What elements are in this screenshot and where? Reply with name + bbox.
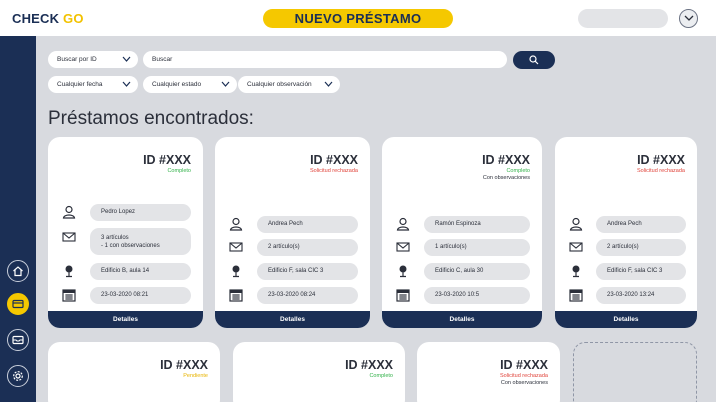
envelope-icon (62, 232, 76, 242)
borrower-name: Ramón Espinoza (424, 216, 530, 233)
loan-date: 23-03-2020 13:24 (596, 287, 686, 304)
search-input[interactable]: Buscar (143, 51, 507, 68)
loan-card[interactable]: ID #XXX Solicitud rechazada Andrea Pech … (555, 137, 697, 328)
state-filter-label: Cualquier estado (152, 81, 202, 88)
location: Edificio C, aula 30 (424, 263, 530, 280)
user-menu-toggle[interactable] (679, 9, 698, 28)
location-pin-icon (65, 265, 73, 278)
articles-count: 1 artículo(s) (424, 239, 530, 256)
loan-date: 23-03-2020 10:5 (424, 287, 530, 304)
loan-card[interactable]: ID #XXX Solicitud rechazada Andrea Pech … (215, 137, 370, 328)
sidebar-item-settings[interactable] (7, 365, 29, 387)
search-by-label: Buscar por ID (57, 56, 97, 63)
borrower-name: Andrea Pech (596, 216, 686, 233)
sidebar-item-home[interactable] (7, 260, 29, 282)
search-by-select[interactable]: Buscar por ID (48, 51, 138, 68)
page-title: NUEVO PRÉSTAMO (263, 9, 453, 28)
loan-card[interactable]: ID #XXX Solicitud rechazada Con observac… (417, 342, 560, 402)
chevron-down-icon (684, 15, 694, 21)
loan-id: ID #XXX (143, 153, 191, 167)
details-button[interactable]: Detalles (382, 311, 542, 328)
person-icon (396, 217, 410, 231)
status-badge: Completo (167, 168, 191, 174)
loan-date: 23-03-2020 08:24 (257, 287, 358, 304)
observation-note: Con observaciones (482, 175, 530, 181)
details-button[interactable]: Detalles (215, 311, 370, 328)
loan-card[interactable]: ID #XXX Completo Con observaciones Ramón… (382, 137, 542, 328)
chevron-down-icon (122, 56, 131, 62)
add-loan-placeholder[interactable] (573, 342, 697, 402)
loan-card[interactable]: ID #XXX Completo Pedro Lopez 3 artículos… (48, 137, 203, 328)
status-badge: Completo (506, 168, 530, 174)
location-pin-icon (572, 265, 580, 278)
location-pin-icon (399, 265, 407, 278)
loan-id: ID #XXX (500, 358, 548, 372)
calendar-icon (62, 289, 76, 302)
articles-count: 2 artículo(s) (596, 239, 686, 256)
settings-icon (13, 371, 23, 381)
loan-id: ID #XXX (345, 358, 393, 372)
status-badge: Solicitud rechazada (499, 373, 548, 379)
observation-filter-select[interactable]: Cualquier observación (238, 76, 340, 93)
loan-card-icon (12, 299, 24, 309)
status-badge: Pendiente (183, 373, 208, 379)
articles-count: 3 artículos (101, 235, 129, 241)
loan-id: ID #XXX (637, 153, 685, 167)
articles-note: - 1 con observaciones (101, 243, 160, 249)
app-logo[interactable]: CHECK GO (12, 11, 84, 26)
location: Edificio F, sala CIC 3 (257, 263, 358, 280)
sidebar (0, 36, 36, 402)
home-icon (13, 266, 23, 277)
loan-card[interactable]: ID #XXX Pendiente (48, 342, 220, 402)
loan-id: ID #XXX (310, 153, 358, 167)
observation-note: Con observaciones (500, 380, 548, 386)
status-badge: Completo (369, 373, 393, 379)
chevron-down-icon (324, 81, 333, 87)
user-menu[interactable] (578, 9, 668, 28)
loan-id: ID #XXX (482, 153, 530, 167)
observation-filter-label: Cualquier observación (247, 81, 312, 88)
loan-id: ID #XXX (160, 358, 208, 372)
details-button[interactable]: Detalles (48, 311, 203, 328)
chevron-down-icon (122, 81, 131, 87)
location: Edificio B, aula 14 (90, 263, 191, 280)
person-icon (229, 217, 243, 231)
sidebar-item-inbox[interactable] (7, 329, 29, 351)
location-pin-icon (232, 265, 240, 278)
calendar-icon (396, 289, 410, 302)
calendar-icon (229, 289, 243, 302)
search-button[interactable] (513, 51, 555, 69)
status-badge: Solicitud rechazada (309, 168, 358, 174)
articles-info: 3 artículos - 1 con observaciones (90, 228, 191, 255)
borrower-name: Andrea Pech (257, 216, 358, 233)
state-filter-select[interactable]: Cualquier estado (143, 76, 237, 93)
calendar-icon (569, 289, 583, 302)
envelope-icon (229, 242, 243, 252)
person-icon (62, 205, 76, 219)
search-icon (529, 55, 539, 65)
loan-date: 23-03-2020 08:21 (90, 287, 191, 304)
details-button[interactable]: Detalles (555, 311, 697, 328)
location: Edificio F, sala CIC 3 (596, 263, 686, 280)
sidebar-item-loans[interactable] (7, 293, 29, 315)
envelope-icon (396, 242, 410, 252)
date-filter-select[interactable]: Cualquier fecha (48, 76, 138, 93)
borrower-name: Pedro Lopez (90, 204, 191, 221)
status-badge: Solicitud rechazada (636, 168, 685, 174)
chevron-down-icon (221, 81, 230, 87)
search-placeholder: Buscar (152, 56, 173, 63)
inbox-icon (12, 335, 24, 345)
top-bar: CHECK GO NUEVO PRÉSTAMO (0, 0, 716, 36)
envelope-icon (569, 242, 583, 252)
results-heading: Préstamos encontrados: (48, 108, 254, 129)
person-icon (569, 217, 583, 231)
articles-count: 2 artículo(s) (257, 239, 358, 256)
loan-card[interactable]: ID #XXX Completo (233, 342, 405, 402)
date-filter-label: Cualquier fecha (57, 81, 103, 88)
